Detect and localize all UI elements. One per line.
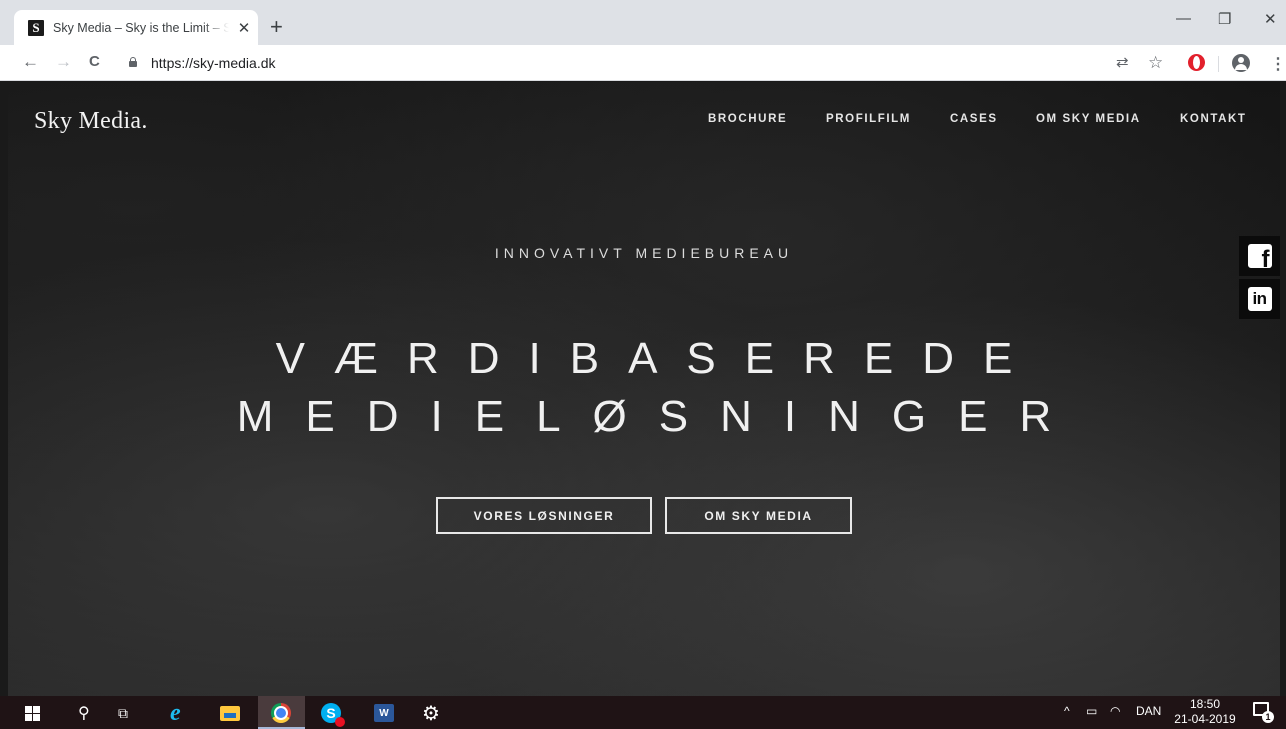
nav-kontakt[interactable]: KONTAKT (1180, 113, 1247, 125)
wifi-icon[interactable]: ◠ (1110, 704, 1120, 718)
word-icon[interactable]: W (373, 702, 395, 724)
tab-close-icon[interactable]: ✕ (235, 19, 253, 37)
reload-button[interactable]: C (89, 52, 100, 72)
site-favicon-icon: S (28, 19, 44, 36)
opera-extension-icon[interactable] (1188, 54, 1205, 71)
chrome-taskbar-button[interactable] (258, 696, 305, 729)
notification-center-icon[interactable]: 1 (1253, 702, 1274, 723)
hero-subheading: INNOVATIVT MEDIEBUREAU (494, 245, 794, 261)
forward-button[interactable]: → (55, 52, 72, 72)
search-icon[interactable]: ⚲ (78, 702, 90, 724)
om-sky-media-button[interactable]: OM SKY MEDIA (665, 497, 852, 534)
bookmark-star-icon[interactable]: ☆ (1148, 54, 1163, 72)
internet-explorer-icon[interactable]: e (170, 700, 181, 726)
address-bar[interactable]: https://sky-media.dk (114, 50, 1154, 76)
browser-menu-icon[interactable]: ⋮ (1270, 54, 1286, 74)
account-avatar-icon[interactable] (1232, 54, 1250, 72)
battery-icon[interactable]: ▭ (1086, 704, 1097, 718)
web-page-hero: Sky Media. BROCHURE PROFILFILM CASES OM … (8, 82, 1280, 696)
settings-gear-icon[interactable]: ⚙ (422, 702, 440, 725)
toolbar-separator (1218, 56, 1219, 72)
new-tab-button[interactable]: + (270, 14, 283, 40)
clock-date: 21-04-2019 (1174, 712, 1236, 726)
nav-cases[interactable]: CASES (950, 113, 998, 125)
linkedin-icon: in (1247, 287, 1272, 311)
task-view-icon[interactable]: ⧉ (118, 702, 128, 724)
restore-button[interactable]: ❐ (1218, 10, 1231, 28)
linkedin-link[interactable]: in (1239, 279, 1280, 319)
back-button[interactable]: ← (22, 52, 39, 72)
nav-brochure[interactable]: BROCHURE (708, 113, 787, 125)
windows-start-icon[interactable] (24, 702, 40, 724)
site-logo[interactable]: Sky Media. (34, 108, 148, 135)
lock-icon[interactable] (128, 57, 138, 67)
vores-losninger-button[interactable]: VORES LØSNINGER (436, 497, 652, 534)
minimize-button[interactable]: — (1176, 10, 1191, 27)
windows-taskbar: ⚲ ⧉ e S W ⚙ ^ ▭ ◠ DAN 18:50 21-04-2019 1 (0, 696, 1286, 729)
translate-icon[interactable]: ⇄ (1116, 54, 1129, 72)
browser-tab[interactable]: S Sky Media – Sky is the Limit – Sky Med… (14, 10, 258, 45)
facebook-link[interactable]: f (1239, 236, 1280, 276)
nav-profilfilm[interactable]: PROFILFILM (826, 113, 911, 125)
tray-chevron-icon[interactable]: ^ (1064, 704, 1070, 718)
chrome-icon (271, 703, 291, 723)
skype-icon[interactable]: S (320, 702, 345, 727)
tab-title: Sky Media – Sky is the Limit – Sky Media (53, 20, 229, 35)
facebook-icon: f (1247, 244, 1272, 268)
clock-time: 18:50 (1189, 697, 1221, 711)
window-close-button[interactable]: ✕ (1264, 10, 1277, 28)
browser-toolbar: ← → C https://sky-media.dk ⇄ ☆ ⋮ (0, 45, 1286, 81)
file-explorer-icon[interactable] (219, 702, 241, 724)
hero-headline-line2: MEDIELØSNINGER (236, 392, 1084, 441)
language-indicator[interactable]: DAN (1136, 704, 1161, 718)
url-text[interactable]: https://sky-media.dk (151, 55, 276, 71)
browser-tab-strip: S Sky Media – Sky is the Limit – Sky Med… (0, 0, 1286, 45)
hero-headline-line1: VÆRDIBASEREDE (275, 334, 1042, 383)
notification-count-badge: 1 (1262, 711, 1274, 723)
nav-om-sky-media[interactable]: OM SKY MEDIA (1036, 113, 1141, 125)
system-clock[interactable]: 18:50 21-04-2019 (1170, 697, 1240, 727)
